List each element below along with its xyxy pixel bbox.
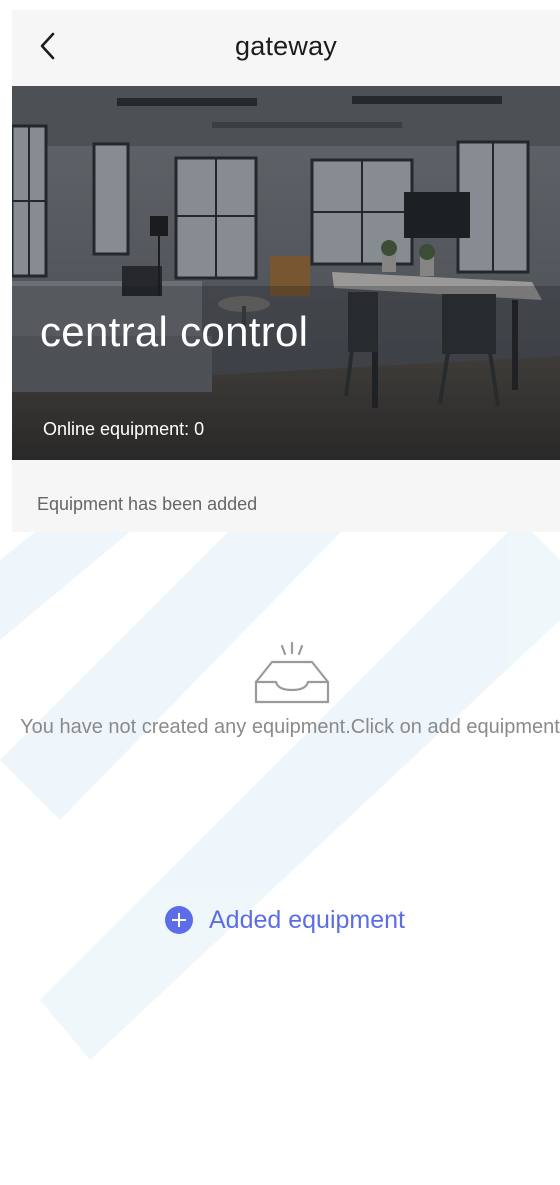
online-equipment-label: Online equipment: <box>43 419 190 439</box>
add-equipment-button[interactable]: Added equipment <box>165 902 405 938</box>
add-equipment-label: Added equipment <box>209 905 405 934</box>
navigation-bar: gateway <box>12 10 560 86</box>
room-photo <box>12 86 560 460</box>
online-equipment-value: 0 <box>194 419 205 439</box>
empty-inbox-icon <box>254 641 330 704</box>
section-label: Equipment has been added <box>37 494 258 514</box>
status-bar-spacer <box>0 0 560 10</box>
gateway-screen: gateway central control Online equipment… <box>0 0 560 1185</box>
empty-state-message: You have not created any equipment.Click… <box>20 716 560 738</box>
plus-circle-icon <box>165 906 193 934</box>
page-title: gateway <box>235 31 337 61</box>
hero-title: central control <box>40 308 309 355</box>
room-banner: central control Online equipment: 0 <box>12 86 560 460</box>
section-header: Equipment has been added <box>12 460 560 532</box>
online-equipment-count: Online equipment: 0 <box>43 419 204 440</box>
